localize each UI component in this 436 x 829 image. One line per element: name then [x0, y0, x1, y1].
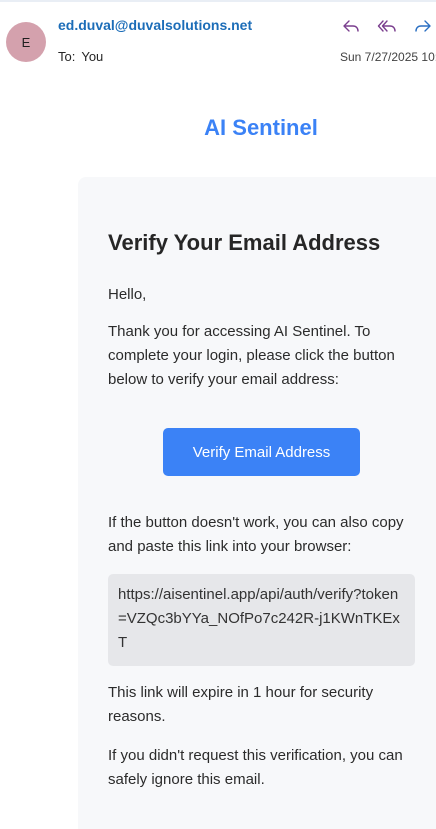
sender-address[interactable]: ed.duval@duvalsolutions.net [58, 17, 252, 33]
avatar[interactable]: E [6, 22, 46, 62]
email-reading-pane: E ed.duval@duvalsolutions.net To: You Sun… [0, 0, 436, 829]
email-card [78, 177, 436, 829]
reply-all-icon[interactable] [376, 15, 398, 37]
recipient-name[interactable]: You [81, 49, 103, 64]
recipient-row: To: You [58, 49, 103, 64]
email-heading: Verify Your Email Address [108, 230, 381, 255]
intro-text: Thank you for accessing AI Sentinel. To … [108, 323, 395, 388]
top-divider [0, 0, 436, 2]
reply-icon[interactable] [340, 15, 362, 37]
greeting-text: Hello, [108, 286, 147, 303]
ignore-text: If you didn't request this verification,… [108, 747, 403, 788]
verify-link[interactable]: https://aisentinel.app/api/auth/verify?t… [108, 574, 415, 666]
expire-text: This link will expire in 1 hour for secu… [108, 684, 374, 725]
forward-icon[interactable] [412, 15, 434, 37]
sent-date: Sun 7/27/2025 10: [340, 50, 436, 64]
brand-title: AI Sentinel [204, 115, 318, 140]
verify-email-button-label: Verify Email Address [192, 443, 331, 461]
fallback-text: If the button doesn't work, you can also… [108, 514, 404, 555]
to-label: To: [58, 49, 76, 64]
avatar-initial: E [21, 34, 31, 50]
verify-email-button[interactable]: Verify Email Address [163, 428, 360, 476]
